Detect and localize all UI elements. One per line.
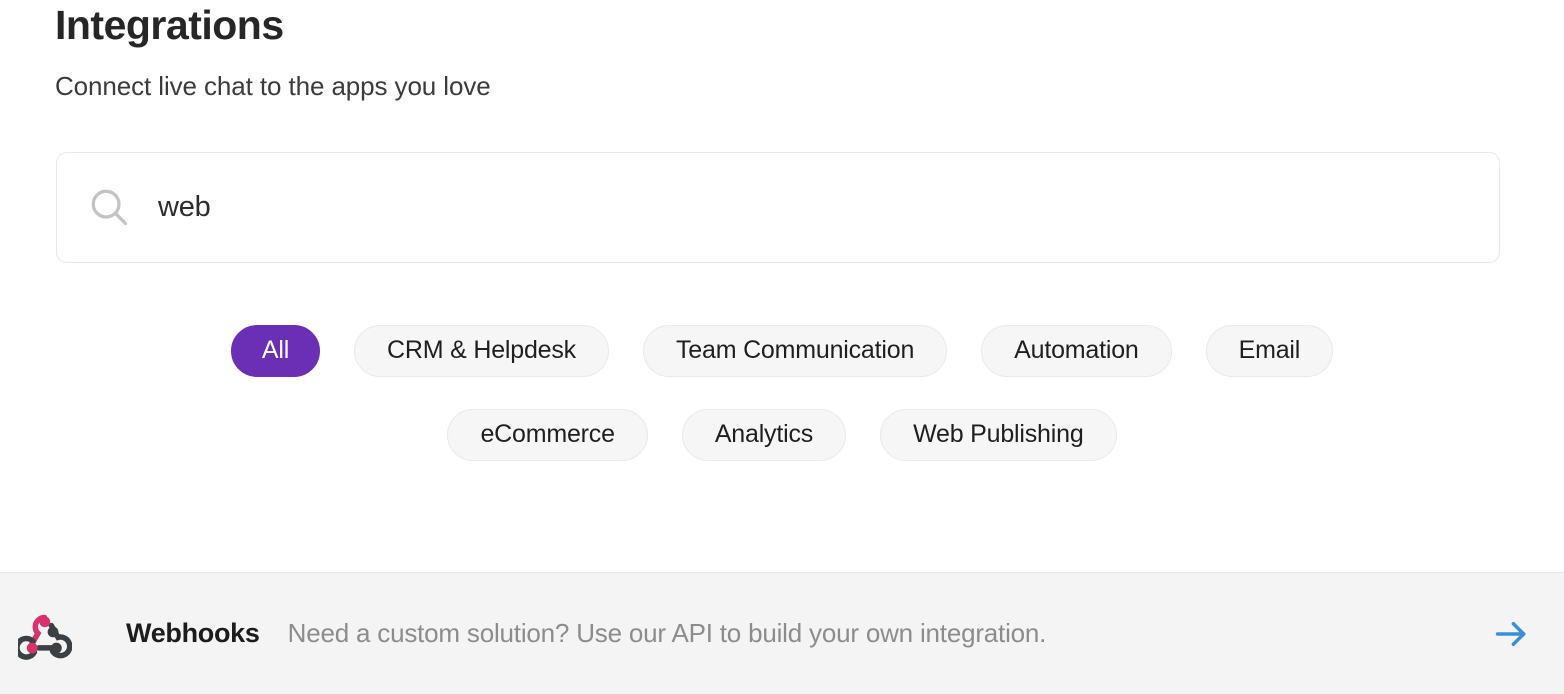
filter-pill-web-publishing[interactable]: Web Publishing: [880, 409, 1116, 461]
filter-pill-crm-helpdesk[interactable]: CRM & Helpdesk: [354, 325, 609, 377]
page-header: Integrations Connect live chat to the ap…: [0, 0, 1564, 101]
banner-description: Need a custom solution? Use our API to b…: [288, 618, 1047, 649]
webhooks-banner[interactable]: Webhooks Need a custom solution? Use our…: [0, 572, 1564, 694]
filter-pill-analytics[interactable]: Analytics: [682, 409, 846, 461]
filter-pill-team-communication[interactable]: Team Communication: [643, 325, 947, 377]
search-box[interactable]: [56, 152, 1500, 263]
filter-pill-all[interactable]: All: [231, 325, 320, 377]
filter-pill-automation[interactable]: Automation: [981, 325, 1171, 377]
page-subtitle: Connect live chat to the apps you love: [55, 46, 1564, 101]
integrations-page: Integrations Connect live chat to the ap…: [0, 0, 1564, 694]
page-title: Integrations: [55, 0, 1564, 46]
filter-pill-ecommerce[interactable]: eCommerce: [447, 409, 647, 461]
filter-pill-group: All CRM & Helpdesk Team Communication Au…: [87, 325, 1477, 461]
arrow-right-icon[interactable]: [1492, 615, 1530, 653]
content-spacer: [0, 461, 1564, 572]
search-icon: [86, 184, 132, 230]
filter-pill-email[interactable]: Email: [1206, 325, 1334, 377]
search-input[interactable]: [158, 191, 1499, 224]
webhook-icon: [18, 607, 72, 661]
search-section: [56, 152, 1500, 263]
banner-title: Webhooks: [126, 618, 260, 649]
